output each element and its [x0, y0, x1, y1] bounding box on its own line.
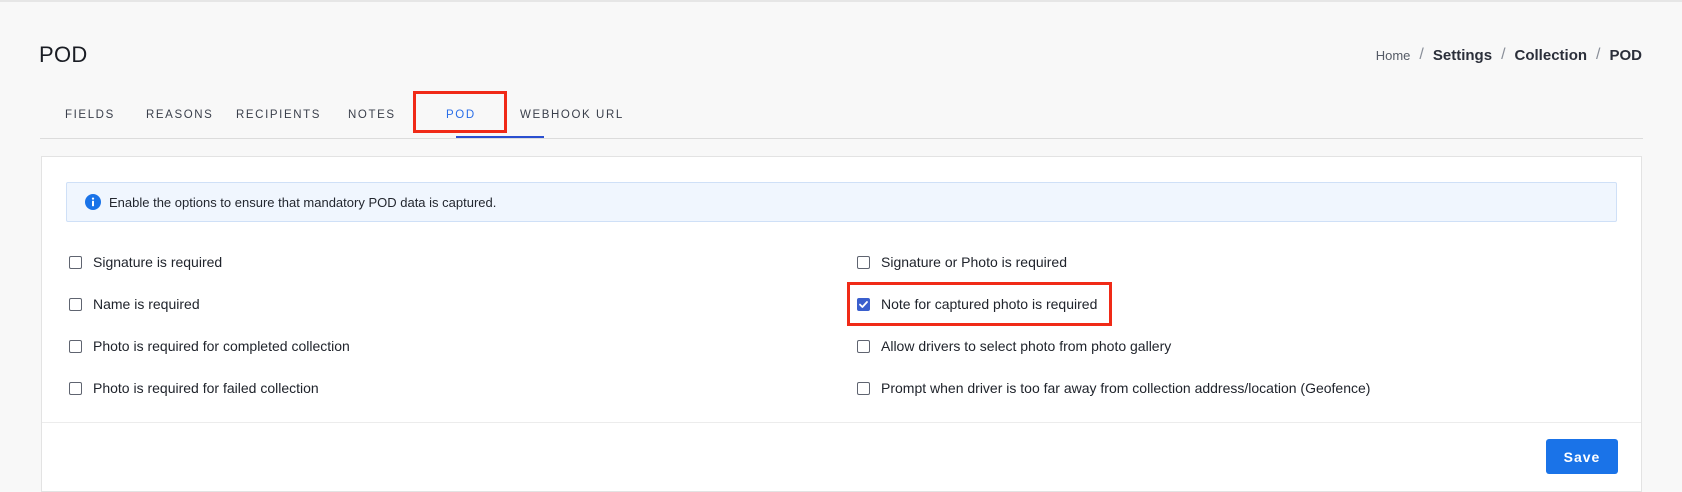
breadcrumb-separator: / — [1501, 46, 1506, 63]
info-banner-text: Enable the options to ensure that mandat… — [109, 194, 497, 210]
tab-reasons[interactable]: REASONS — [146, 109, 213, 121]
option-signature-or-photo[interactable]: Signature or Photo is required — [857, 254, 1067, 270]
option-label: Photo is required for failed collection — [93, 380, 319, 396]
checkbox[interactable] — [69, 255, 82, 269]
save-button[interactable]: Save — [1546, 439, 1618, 474]
card-footer-divider — [42, 422, 1641, 423]
checkbox[interactable] — [69, 297, 82, 311]
breadcrumb-current: POD — [1609, 46, 1642, 64]
option-label: Allow drivers to select photo from photo… — [881, 338, 1172, 354]
breadcrumb-settings[interactable]: Settings — [1433, 47, 1492, 64]
option-geofence-prompt[interactable]: Prompt when driver is too far away from … — [857, 380, 1370, 396]
breadcrumb-separator: / — [1596, 46, 1601, 63]
tab-notes[interactable]: NOTES — [348, 109, 396, 121]
option-signature-required[interactable]: Signature is required — [69, 254, 222, 270]
info-banner: Enable the options to ensure that mandat… — [66, 182, 1617, 222]
option-label: Signature or Photo is required — [881, 254, 1067, 270]
option-label: Prompt when driver is too far away from … — [881, 380, 1371, 396]
breadcrumb: Home / Settings / Collection / POD — [1376, 46, 1642, 64]
option-highlight-box — [847, 282, 1112, 326]
info-icon — [85, 194, 101, 210]
option-photo-failed[interactable]: Photo is required for failed collection — [69, 380, 319, 396]
checkbox[interactable] — [857, 339, 870, 353]
option-label: Signature is required — [93, 254, 223, 270]
tab-recipients[interactable]: RECIPIENTS — [236, 109, 321, 121]
breadcrumb-home[interactable]: Home — [1376, 48, 1411, 63]
checkbox[interactable] — [857, 381, 870, 395]
checkbox[interactable] — [69, 381, 82, 395]
tab-webhook-url[interactable]: WEBHOOK URL — [520, 109, 624, 121]
top-border — [0, 0, 1682, 2]
option-photo-gallery[interactable]: Allow drivers to select photo from photo… — [857, 338, 1171, 354]
breadcrumb-separator: / — [1419, 46, 1424, 63]
option-label: Photo is required for completed collecti… — [93, 338, 350, 354]
tab-bar: FIELDS REASONS RECIPIENTS NOTES POD WEBH… — [40, 92, 1643, 139]
option-label: Name is required — [93, 296, 200, 312]
tab-highlight-box — [413, 91, 507, 133]
checkbox[interactable] — [857, 255, 870, 269]
checkbox[interactable] — [69, 339, 82, 353]
option-photo-completed[interactable]: Photo is required for completed collecti… — [69, 338, 350, 354]
pod-settings-card: Enable the options to ensure that mandat… — [41, 156, 1642, 492]
tab-fields[interactable]: FIELDS — [65, 109, 115, 121]
page-title: POD — [39, 42, 88, 67]
active-tab-indicator — [456, 136, 544, 138]
breadcrumb-collection[interactable]: Collection — [1515, 47, 1588, 64]
option-name-required[interactable]: Name is required — [69, 296, 200, 312]
